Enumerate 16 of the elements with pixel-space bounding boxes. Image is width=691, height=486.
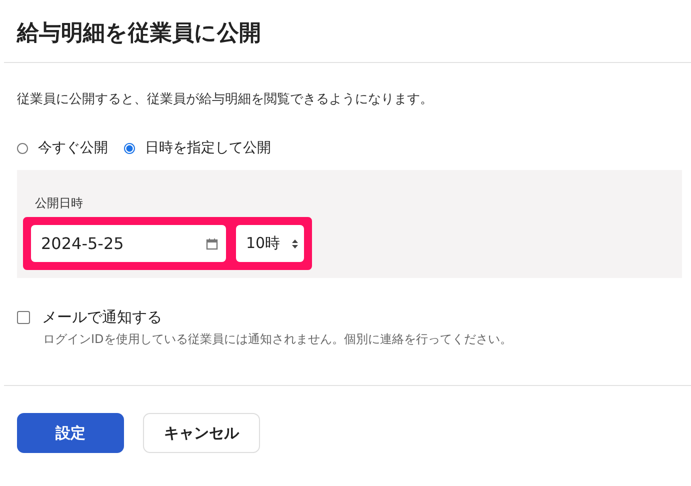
spinner-icon	[292, 238, 298, 248]
dialog-title: 給与明細を従業員に公開	[16, 20, 262, 48]
radio-label[interactable]: 日時を指定して公開	[145, 139, 271, 157]
date-field[interactable]: 2024-5-25	[31, 225, 226, 262]
checkbox[interactable]	[17, 311, 30, 324]
calendar-icon	[206, 238, 218, 250]
cancel-button[interactable]: キャンセル	[143, 413, 260, 453]
hour-select[interactable]: 10時	[236, 225, 304, 262]
radio-button[interactable]	[17, 142, 28, 154]
radio-button[interactable]	[124, 142, 135, 154]
submit-button[interactable]: 設定	[17, 413, 124, 453]
checkbox-label[interactable]: メールで通知する	[42, 308, 162, 327]
description-text: 従業員に公開すると、従業員が給与明細を閲覧できるようになります。	[17, 91, 434, 109]
radio-label[interactable]: 今すぐ公開	[38, 139, 108, 157]
hint-text: ログインIDを使用している従業員には通知されません。個別に連絡を行ってください。	[43, 331, 513, 348]
field-label: 公開日時	[35, 195, 84, 212]
